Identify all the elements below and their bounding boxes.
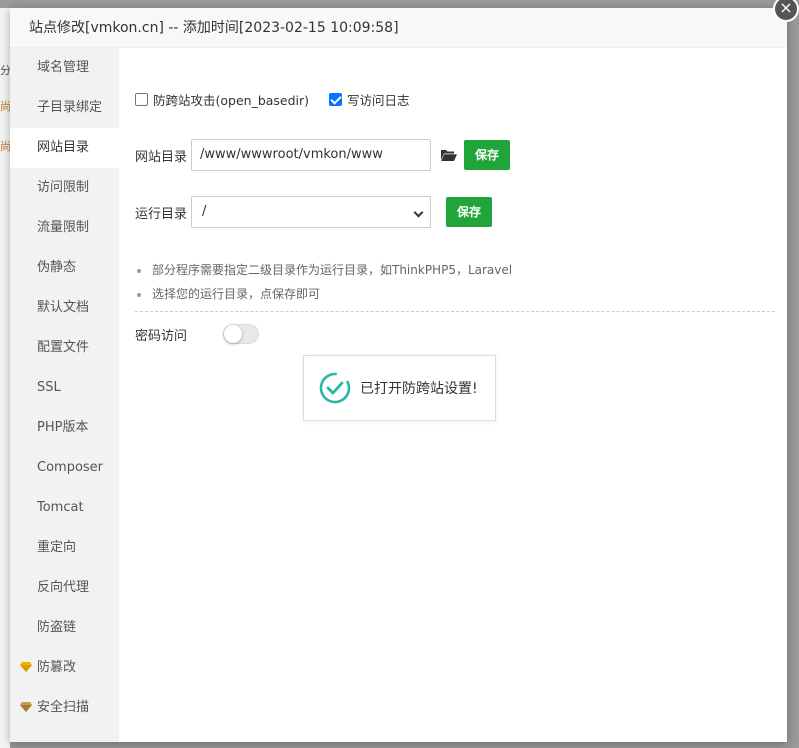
check-circle-icon: [319, 372, 351, 404]
password-access-toggle[interactable]: [223, 324, 260, 344]
options-row: 防跨站攻击(open_basedir) 写访问日志: [135, 90, 430, 109]
site-dir-row: 网站目录 /www/wwwroot/vmkon/www 保存: [135, 139, 511, 171]
site-dir-label: 网站目录: [135, 149, 188, 165]
tips-list: 部分程序需要指定二级目录作为运行目录，如ThinkPHP5，Laravel 选择…: [135, 258, 775, 306]
sidebar-item-config-file[interactable]: 配置文件: [10, 328, 119, 368]
run-dir-label: 运行目录: [135, 206, 188, 222]
sidebar-item-site-dir[interactable]: 网站目录: [10, 128, 119, 168]
run-dir-row: 运行目录 / 保存: [135, 196, 493, 228]
divider: [135, 311, 775, 312]
save-site-dir-button[interactable]: 保存: [464, 140, 511, 170]
site-edit-modal: 站点修改[vmkon.cn] -- 添加时间[2023-02-15 10:09:…: [10, 0, 799, 742]
sidebar-item-tamper-proof[interactable]: 防篡改: [10, 648, 119, 688]
modal-title: 站点修改[vmkon.cn] -- 添加时间[2023-02-15 10:09:…: [10, 8, 787, 48]
gem-icon: [20, 662, 32, 672]
write-log-checkbox[interactable]: [329, 93, 343, 106]
tip-item: 部分程序需要指定二级目录作为运行目录，如ThinkPHP5，Laravel: [135, 258, 775, 282]
password-access-label: 密码访问: [135, 328, 188, 344]
sidebar-item-reverse-proxy[interactable]: 反向代理: [10, 568, 119, 608]
sidebar-item-php-version[interactable]: PHP版本: [10, 408, 119, 448]
gem-icon: [20, 702, 32, 712]
run-dir-select[interactable]: /: [191, 196, 431, 228]
sidebar-item-hotlink[interactable]: 防盗链: [10, 608, 119, 648]
sidebar-item-security-scan[interactable]: 安全扫描: [10, 688, 119, 728]
anti-xss-checkbox[interactable]: [135, 93, 148, 106]
sidebar-item-default-doc[interactable]: 默认文档: [10, 288, 119, 328]
toast-message: 已打开防跨站设置!: [303, 355, 496, 421]
write-log-label: 写访问日志: [347, 93, 410, 108]
sidebar-item-domain[interactable]: 域名管理: [10, 48, 119, 88]
anti-xss-label: 防跨站攻击(open_basedir): [153, 93, 310, 108]
sidebar-item-tomcat[interactable]: Tomcat: [10, 488, 119, 528]
site-dir-panel: 防跨站攻击(open_basedir) 写访问日志 网站目录 /www/wwwr…: [135, 48, 787, 742]
sidebar: 域名管理 子目录绑定 网站目录 访问限制 流量限制 伪静态 默认文档 配置文件 …: [10, 48, 119, 742]
run-dir-selected: /: [202, 204, 207, 219]
tip-item: 选择您的运行目录，点保存即可: [135, 282, 775, 306]
password-access-row: 密码访问: [135, 324, 260, 344]
sidebar-item-rewrite[interactable]: 伪静态: [10, 248, 119, 288]
sidebar-item-access-limit[interactable]: 访问限制: [10, 168, 119, 208]
folder-open-icon[interactable]: [441, 149, 457, 161]
save-run-dir-button[interactable]: 保存: [446, 197, 493, 227]
close-button[interactable]: ×: [773, 0, 799, 22]
sidebar-item-composer[interactable]: Composer: [10, 448, 119, 488]
sidebar-item-ssl[interactable]: SSL: [10, 368, 119, 408]
site-dir-input[interactable]: /www/wwwroot/vmkon/www: [191, 139, 431, 171]
sidebar-item-redirect[interactable]: 重定向: [10, 528, 119, 568]
toast-text: 已打开防跨站设置!: [360, 381, 478, 397]
background-page: 分 尚 尚: [0, 8, 11, 748]
sidebar-item-subdir-binding[interactable]: 子目录绑定: [10, 88, 119, 128]
sidebar-item-traffic-limit[interactable]: 流量限制: [10, 208, 119, 248]
chevron-down-icon: [413, 207, 424, 218]
